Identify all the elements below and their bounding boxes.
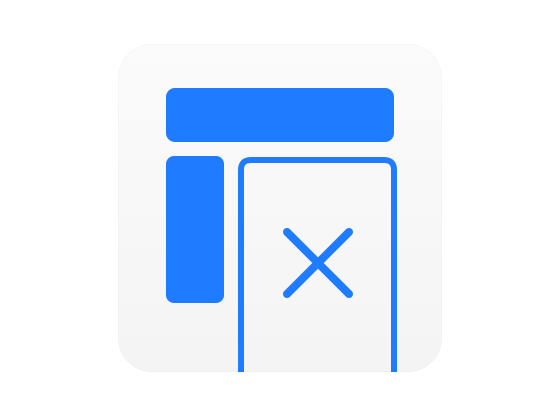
sidebar-block-icon (166, 156, 224, 303)
close-x-icon (283, 228, 353, 298)
header-bar-icon (166, 88, 394, 142)
icon-canvas (0, 0, 560, 420)
layout-dismiss-icon (166, 88, 397, 372)
